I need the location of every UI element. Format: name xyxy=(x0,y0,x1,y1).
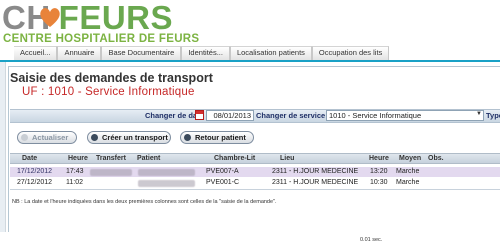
cell-lieu: 2311 - H.JOUR MEDECINE xyxy=(272,179,359,186)
col-heure[interactable]: Heure xyxy=(68,155,88,162)
logo-name: FEURS xyxy=(58,0,174,36)
calendar-icon[interactable] xyxy=(195,110,204,120)
cell-date[interactable]: 17/12/2012 xyxy=(17,168,52,175)
table-row[interactable] xyxy=(10,178,500,188)
cell-lieu: 2311 - H.JOUR MEDECINE xyxy=(272,168,359,175)
nav-item-identites[interactable]: Identités... xyxy=(181,46,230,60)
service-label: Changer de service xyxy=(256,111,326,120)
cell-heure: 17:43 xyxy=(66,168,84,175)
nav-item-occupation-lits[interactable]: Occupation des lits xyxy=(311,46,390,60)
col-patient[interactable]: Patient xyxy=(137,155,160,162)
cell-moyen: Marche xyxy=(396,168,420,175)
cell-chambre: PVE001-C xyxy=(206,179,240,186)
side-panel xyxy=(0,62,6,232)
refresh-label: Actualiser xyxy=(32,133,69,142)
col-chambre-lit[interactable]: Chambre-Lit xyxy=(214,155,255,162)
hospital-logo: CH FEURS CENTRE HOSPITALIER DE FEURS xyxy=(0,0,240,46)
top-nav: Accueil... Annuaire Base Documentaire Id… xyxy=(14,46,390,60)
render-time: 0.01 sec. xyxy=(360,237,383,243)
cell-date[interactable]: 27/12/2012 xyxy=(17,179,52,186)
type-label: Type xyxy=(486,111,500,120)
create-label: Créer un transport xyxy=(102,133,168,142)
date-field[interactable] xyxy=(206,110,254,121)
col-moyen[interactable]: Moyen xyxy=(399,155,421,162)
logo-subtitle: CENTRE HOSPITALIER DE FEURS xyxy=(3,33,200,45)
nav-item-localisation-patients[interactable]: Localisation patients xyxy=(229,46,312,60)
uf-title: UF : 1010 - Service Informatique xyxy=(22,86,195,98)
col-date[interactable]: Date xyxy=(22,155,37,162)
redacted-patient xyxy=(138,169,195,176)
nav-item-accueil[interactable]: Accueil... xyxy=(14,46,58,60)
cell-heure: 11:02 xyxy=(66,179,83,186)
redacted-patient xyxy=(138,180,195,187)
cell-chambre: PVE007-A xyxy=(206,168,239,175)
return-label: Retour patient xyxy=(195,133,246,142)
return-icon xyxy=(184,134,191,141)
refresh-icon xyxy=(21,134,28,141)
redacted-transfert xyxy=(90,169,132,176)
col-transfert[interactable]: Transfert xyxy=(96,155,126,162)
col-obs[interactable]: Obs. xyxy=(428,155,444,162)
cell-heure-rdv: 10:30 xyxy=(370,179,388,186)
service-value: 1010 - Service Informatique xyxy=(329,111,422,120)
service-select[interactable]: 1010 - Service Informatique ▼ xyxy=(326,110,484,121)
nav-divider xyxy=(0,60,500,62)
cell-moyen: Marche xyxy=(396,179,420,186)
footnote: NB : La date et l'heure indiquées dans l… xyxy=(12,199,277,205)
col-lieu[interactable]: Lieu xyxy=(280,155,294,162)
cell-heure-rdv: 13:20 xyxy=(370,168,388,175)
col-heure-rdv[interactable]: Heure xyxy=(369,155,389,162)
heart-icon xyxy=(40,8,60,27)
add-icon xyxy=(91,134,98,141)
refresh-button[interactable]: Actualiser xyxy=(17,131,77,144)
return-patient-button[interactable]: Retour patient xyxy=(180,131,254,144)
table-bottom-border xyxy=(10,189,500,190)
dropdown-arrow-icon: ▼ xyxy=(476,111,482,117)
nav-item-annuaire[interactable]: Annuaire xyxy=(57,46,102,60)
page-title: Saisie des demandes de transport xyxy=(10,71,213,85)
create-transport-button[interactable]: Créer un transport xyxy=(87,131,171,144)
logo-wordmark: CH FEURS xyxy=(2,1,173,35)
nav-item-base-documentaire[interactable]: Base Documentaire xyxy=(101,46,182,60)
